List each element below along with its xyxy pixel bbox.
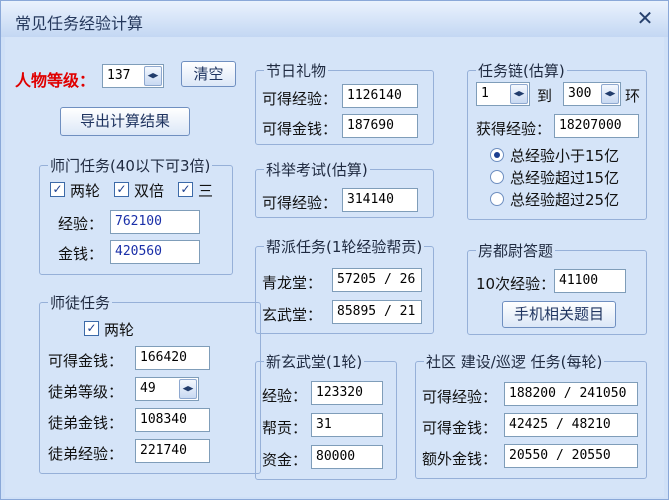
festival-gift-group: 节日礼物 可得经验： 1126140 可得金钱： 187690 <box>255 60 434 145</box>
quiz-exp-field[interactable]: 41100 <box>554 269 626 293</box>
apprentice-level-value: 49 <box>140 381 156 396</box>
title-bar: 常见任务经验计算 ✕ <box>1 1 668 37</box>
community-exp-label: 可得经验： <box>422 388 498 406</box>
task-chain-legend: 任务链(估算) <box>476 60 567 81</box>
xuanwu-contrib-label: 帮贡： <box>262 419 308 437</box>
chain-from-spinner[interactable]: 1 ◀▶ <box>476 82 530 106</box>
spin-icon[interactable]: ◀▶ <box>144 66 162 86</box>
festival-money-label: 可得金钱： <box>262 120 338 138</box>
checkbox-two-rounds[interactable]: ✓ <box>50 182 65 197</box>
window-title: 常见任务经验计算 <box>15 14 144 33</box>
exam-group: 科举考试(估算) 可得经验： 314140 <box>255 159 434 218</box>
community-money-field[interactable]: 42425 / 48210 <box>504 413 638 437</box>
chain-to-value: 300 <box>568 86 592 101</box>
quiz-group: 房都尉答题 10次经验： 41100 手机相关题目 <box>467 240 647 335</box>
master-money-label: 金钱： <box>58 245 104 263</box>
gang-task-group: 帮派任务(1轮经验帮贡) 青龙堂： 57205 / 26 玄武堂： 85895 … <box>255 236 434 334</box>
checkbox-apprentice-two-rounds[interactable]: ✓ <box>84 321 99 336</box>
xuanwu-funds-label: 资金： <box>262 451 308 469</box>
community-extra-field[interactable]: 20550 / 20550 <box>504 444 638 468</box>
exam-exp-label: 可得经验： <box>262 194 338 212</box>
chain-exp-field[interactable]: 18207000 <box>554 114 639 138</box>
xuanwu-exp-label: 经验： <box>262 387 308 405</box>
master-task-legend: 师门任务(40以下可3倍) <box>48 155 213 176</box>
apprentice-task-legend: 师徒任务 <box>48 292 113 313</box>
phone-questions-button[interactable]: 手机相关题目 <box>502 301 616 328</box>
two-rounds-label: 两轮 <box>70 182 101 200</box>
community-task-legend: 社区 建设/巡逻 任务(每轮) <box>424 351 605 372</box>
double-label: 双倍 <box>134 182 165 200</box>
apprentice-task-group: 师徒任务 ✓ 两轮 可得金钱： 166420 徒弟等级： 49 ◀▶ 徒弟金钱：… <box>39 292 261 474</box>
gang-row2-field[interactable]: 85895 / 21 <box>332 300 422 324</box>
radio-over-25[interactable] <box>490 192 504 206</box>
radio-over-15-label: 总经验超过15亿 <box>510 169 620 187</box>
gang-row2-label: 玄武堂： <box>262 306 323 324</box>
xuanwu-legend: 新玄武堂(1轮) <box>264 351 365 372</box>
client-area: 人物等级： 137 ◀▶ 清空 导出计算结果 师门任务(40以下可3倍) ✓ 两… <box>5 37 664 497</box>
apprentice-two-rounds-label: 两轮 <box>104 321 135 339</box>
radio-less-15[interactable] <box>490 148 504 162</box>
apprentice-money-label: 可得金钱： <box>48 352 124 370</box>
triple-label: 三 <box>198 182 214 200</box>
export-results-button[interactable]: 导出计算结果 <box>60 107 190 136</box>
clear-button[interactable]: 清空 <box>181 61 236 87</box>
exam-legend: 科举考试(估算) <box>264 159 370 180</box>
xuanwu-contrib-field[interactable]: 31 <box>311 413 383 437</box>
gang-task-legend: 帮派任务(1轮经验帮贡) <box>264 236 425 257</box>
apprentice-app-exp-label: 徒弟经验： <box>48 445 124 463</box>
spin-icon[interactable]: ◀▶ <box>510 84 528 104</box>
chain-to-spinner[interactable]: 300 ◀▶ <box>563 82 621 106</box>
apprentice-app-money-label: 徒弟金钱： <box>48 414 124 432</box>
radio-over-25-label: 总经验超过25亿 <box>510 191 620 209</box>
apprentice-app-exp-field[interactable]: 221740 <box>135 439 210 463</box>
community-task-group: 社区 建设/巡逻 任务(每轮) 可得经验： 188200 / 241050 可得… <box>415 351 647 479</box>
quiz-legend: 房都尉答题 <box>476 240 556 261</box>
apprentice-level-label: 徒弟等级： <box>48 383 124 401</box>
master-exp-label: 经验： <box>58 215 104 233</box>
gang-row1-label: 青龙堂： <box>262 274 323 292</box>
spin-icon[interactable]: ◀▶ <box>179 379 197 399</box>
radio-over-15[interactable] <box>490 170 504 184</box>
level-spinner[interactable]: 137 ◀▶ <box>102 64 164 88</box>
level-value: 137 <box>107 68 131 83</box>
xuanwu-group: 新玄武堂(1轮) 经验： 123320 帮贡： 31 资金： 80000 <box>255 351 397 480</box>
community-exp-field[interactable]: 188200 / 241050 <box>504 382 638 406</box>
task-chain-group: 任务链(估算) 1 ◀▶ 到 300 ◀▶ 环 获得经验： 18207000 总… <box>467 60 647 220</box>
apprentice-level-spinner[interactable]: 49 ◀▶ <box>135 377 199 401</box>
exam-exp-field[interactable]: 314140 <box>342 188 418 212</box>
community-money-label: 可得金钱： <box>422 419 498 437</box>
quiz-exp-label: 10次经验： <box>476 275 556 293</box>
close-icon[interactable]: ✕ <box>632 7 658 31</box>
xuanwu-exp-field[interactable]: 123320 <box>311 381 383 405</box>
chain-exp-label: 获得经验： <box>476 120 552 138</box>
checkbox-double[interactable]: ✓ <box>114 182 129 197</box>
master-task-group: 师门任务(40以下可3倍) ✓ 两轮 ✓ 双倍 ✓ 三 经验： 762100 金… <box>39 155 233 275</box>
festival-exp-field[interactable]: 1126140 <box>342 84 418 108</box>
chain-to-label: 到 <box>537 87 553 105</box>
checkbox-triple[interactable]: ✓ <box>178 182 193 197</box>
radio-less-15-label: 总经验小于15亿 <box>510 147 620 165</box>
spin-icon[interactable]: ◀▶ <box>601 84 619 104</box>
xuanwu-funds-field[interactable]: 80000 <box>311 445 383 469</box>
level-label: 人物等级： <box>15 71 96 90</box>
festival-money-field[interactable]: 187690 <box>342 114 418 138</box>
apprentice-money-field[interactable]: 166420 <box>135 346 210 370</box>
festival-gift-legend: 节日礼物 <box>264 60 329 81</box>
chain-from-value: 1 <box>481 86 489 101</box>
festival-exp-label: 可得经验： <box>262 90 338 108</box>
community-extra-label: 额外金钱： <box>422 450 498 468</box>
apprentice-app-money-field[interactable]: 108340 <box>135 408 210 432</box>
chain-ring-label: 环 <box>625 87 641 105</box>
master-exp-field[interactable]: 762100 <box>110 210 200 234</box>
main-window: 常见任务经验计算 ✕ 人物等级： 137 ◀▶ 清空 导出计算结果 师门任务(4… <box>0 0 669 500</box>
master-money-field[interactable]: 420560 <box>110 240 200 264</box>
gang-row1-field[interactable]: 57205 / 26 <box>332 268 422 292</box>
